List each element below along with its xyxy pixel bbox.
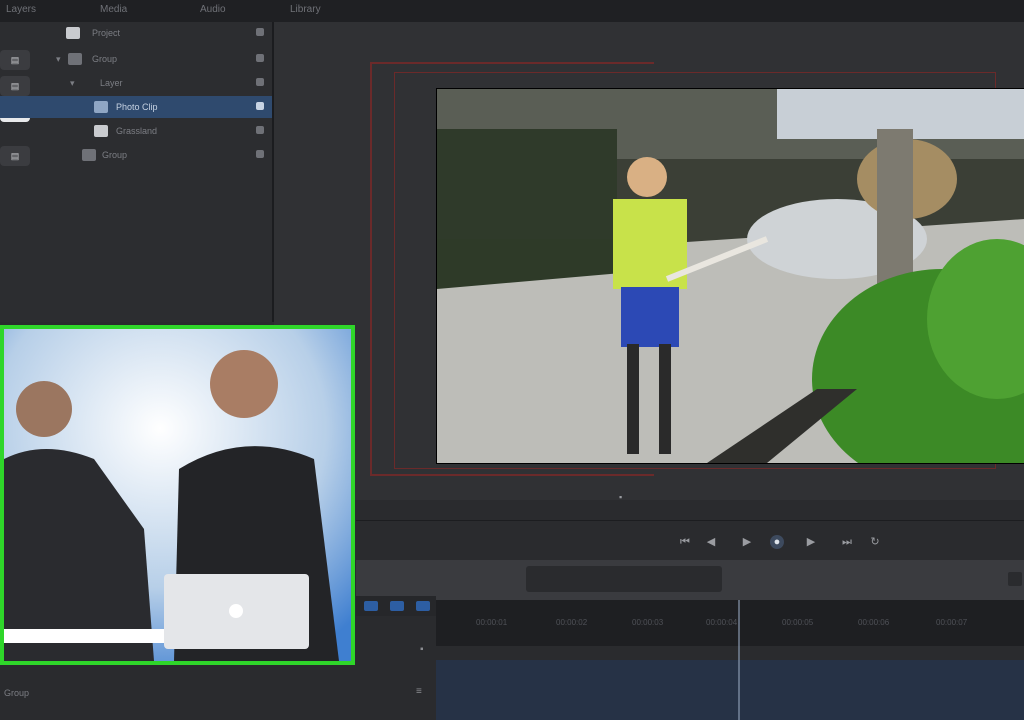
layer-thumbnail: [66, 27, 80, 39]
loop-icon[interactable]: ↻: [868, 535, 882, 549]
track-toggle-icon[interactable]: [364, 601, 378, 611]
layer-name: Group: [102, 150, 128, 160]
ruler-tick: 00:00:02: [556, 618, 588, 627]
track-controls: [356, 596, 436, 616]
go-to-start-icon[interactable]: ⏮: [678, 535, 692, 549]
photo-clip-preview[interactable]: [436, 88, 1024, 464]
play-forward-icon[interactable]: ▶: [804, 535, 818, 549]
go-to-end-icon[interactable]: ⏭: [840, 535, 854, 549]
play-back-icon[interactable]: ◀: [704, 535, 718, 549]
canvas-viewer[interactable]: ▪: [274, 22, 1024, 502]
visibility-checkbox[interactable]: [256, 150, 264, 158]
layer-thumbnail: [94, 101, 108, 113]
lock-icon[interactable]: ▪: [420, 644, 424, 655]
track-menu-icon[interactable]: ≡: [416, 686, 422, 697]
layer-name: Project: [92, 28, 121, 38]
visibility-checkbox[interactable]: [256, 126, 264, 134]
disclosure-triangle-icon[interactable]: ▾: [56, 54, 61, 65]
visibility-checkbox[interactable]: [256, 54, 264, 62]
layer-name: Photo Clip: [116, 102, 158, 112]
group-icon: [68, 53, 82, 65]
menu-bar: Layers Media Audio Library: [0, 0, 1024, 23]
visibility-checkbox[interactable]: [256, 102, 264, 110]
visibility-checkbox[interactable]: [256, 78, 264, 86]
layer-row[interactable]: Grassland: [0, 120, 272, 142]
timeline-track[interactable]: [436, 660, 1024, 720]
timeline-overview[interactable]: [356, 560, 1024, 600]
timeline-mini-strip[interactable]: [526, 566, 722, 592]
zoom-handle-icon[interactable]: [1008, 572, 1022, 586]
ruler-tick: 00:00:06: [858, 618, 890, 627]
record-icon[interactable]: ●: [770, 535, 784, 549]
ruler-tick: 00:00:07: [936, 618, 968, 627]
bottom-group-label: Group: [4, 688, 30, 698]
playhead[interactable]: [738, 600, 740, 720]
menu-item-media[interactable]: Media: [100, 4, 127, 15]
layer-row[interactable]: Group: [0, 144, 272, 166]
menu-item-library[interactable]: Library: [290, 4, 321, 15]
menu-item-audio[interactable]: Audio: [200, 4, 226, 15]
ruler-tick: 00:00:05: [782, 618, 814, 627]
group-icon: [82, 149, 96, 161]
layer-row-selected[interactable]: Photo Clip: [0, 96, 272, 118]
anchor-point-icon[interactable]: ▪: [619, 492, 622, 502]
layer-thumbnail: [94, 125, 108, 137]
layer-name: Layer: [100, 78, 123, 88]
ruler-tick: 00:00:03: [632, 618, 664, 627]
track-toggle-icon[interactable]: [390, 601, 404, 611]
disclosure-triangle-icon[interactable]: ▾: [70, 78, 75, 89]
track-toggle-icon[interactable]: [416, 601, 430, 611]
track-header-column: ▪ ≡: [356, 620, 436, 720]
presenter-video-overlay: [0, 325, 355, 665]
play-icon[interactable]: ▶: [740, 535, 754, 549]
photo-image: [437, 89, 1024, 463]
ruler-tick: 00:00:01: [476, 618, 508, 627]
layer-name: Grassland: [116, 126, 158, 136]
transport-bar: ⏮ ◀ ▶ ● ▶ ⏭ ↻: [356, 520, 1024, 565]
presenter-image: [4, 329, 351, 661]
ruler-tick: 00:00:04: [706, 618, 738, 627]
layer-name: Group: [92, 54, 118, 64]
layer-row[interactable]: ▾ Layer: [0, 72, 272, 94]
layer-row[interactable]: ▾ Group: [0, 48, 272, 70]
visibility-checkbox[interactable]: [256, 28, 264, 36]
layer-row[interactable]: Project: [0, 22, 272, 44]
menu-item-layers[interactable]: Layers: [6, 4, 36, 15]
timeline-ruler[interactable]: 00:00:01 00:00:02 00:00:03 00:00:04 00:0…: [436, 600, 1024, 646]
layers-panel: ▤ ▤ ▮ ▤ Project ▾ Group ▾ Layer Photo Cl…: [0, 22, 274, 322]
